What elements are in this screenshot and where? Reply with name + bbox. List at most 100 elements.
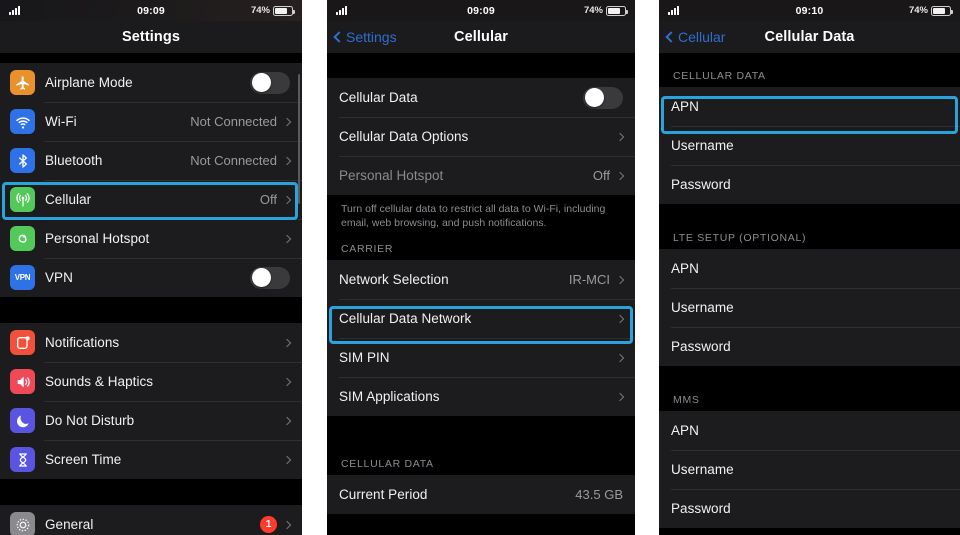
list-item-label: Personal Hotspot xyxy=(339,168,444,183)
status-bar: 09:10 74% xyxy=(659,0,960,21)
chevron-right-icon xyxy=(615,314,625,323)
sidebar-item-airplane-mode[interactable]: Airplane Mode xyxy=(0,63,302,102)
settings-list[interactable]: Airplane Mode Wi-Fi Not Connected Blueto xyxy=(0,53,302,535)
cellular-list[interactable]: Cellular Data Cellular Data Options Pers… xyxy=(327,53,635,535)
chevron-right-icon xyxy=(282,520,292,529)
sidebar-item-bluetooth[interactable]: Bluetooth Not Connected xyxy=(0,141,302,180)
sidebar-item-value: Off xyxy=(259,192,277,207)
list-item-network-selection[interactable]: Network Selection IR-MCI xyxy=(327,260,635,299)
section-header-cellular-data: CELLULAR DATA xyxy=(659,65,960,87)
settings-group-notifications: Notifications Sounds & Haptics Do Not Di… xyxy=(0,323,302,479)
cellular-data-toggle[interactable] xyxy=(583,86,623,109)
field-label: APN xyxy=(671,423,699,438)
battery-icon xyxy=(273,5,295,16)
field-row-lte-password[interactable]: Password xyxy=(659,327,960,366)
list-item-sim-pin[interactable]: SIM PIN xyxy=(327,338,635,377)
chevron-right-icon xyxy=(282,234,292,243)
personal-hotspot-icon xyxy=(10,226,35,251)
group-spacer-2 xyxy=(0,479,302,505)
back-button[interactable]: Cellular xyxy=(665,29,726,45)
field-row-username[interactable]: Username xyxy=(659,126,960,165)
field-label: Username xyxy=(671,138,734,153)
sidebar-item-screen-time[interactable]: Screen Time xyxy=(0,440,302,479)
list-item-cellular-data[interactable]: Cellular Data xyxy=(327,78,635,117)
airplane-mode-toggle[interactable] xyxy=(250,71,290,94)
list-item-label: Current Period xyxy=(339,487,428,502)
back-button[interactable]: Settings xyxy=(333,29,397,45)
section-header-cellular-data: CELLULAR DATA xyxy=(327,453,635,475)
status-time: 09:10 xyxy=(795,4,824,17)
section-cellular-data: APN Username Password xyxy=(659,87,960,204)
cellular-data-footnote: Turn off cellular data to restrict all d… xyxy=(327,195,635,238)
list-item-label: Cellular Data Options xyxy=(339,129,469,144)
sidebar-item-label: Personal Hotspot xyxy=(45,231,150,246)
field-row-mms-password[interactable]: Password xyxy=(659,489,960,528)
group-spacer-1 xyxy=(0,297,302,323)
status-bar: 09:09 74% xyxy=(0,0,302,21)
field-label: APN xyxy=(671,99,699,114)
chevron-right-icon xyxy=(282,156,292,165)
sidebar-item-label: Do Not Disturb xyxy=(45,413,135,428)
scrollbar[interactable] xyxy=(297,74,300,204)
field-label: Password xyxy=(671,339,731,354)
sidebar-item-notifications[interactable]: Notifications xyxy=(0,323,302,362)
chevron-right-icon xyxy=(615,275,625,284)
sidebar-item-wifi[interactable]: Wi-Fi Not Connected xyxy=(0,102,302,141)
list-item-label: Cellular Data xyxy=(339,90,418,105)
sidebar-item-vpn[interactable]: VPN VPN xyxy=(0,258,302,297)
three-panel-screenshot: 09:09 74% Settings Airplane Mode Wi-Fi N… xyxy=(0,0,960,535)
sidebar-item-cellular[interactable]: Cellular Off xyxy=(0,180,302,219)
nav-bar: Settings Cellular xyxy=(327,21,635,53)
sidebar-item-personal-hotspot[interactable]: Personal Hotspot xyxy=(0,219,302,258)
panel-gap-1 xyxy=(302,0,327,535)
sidebar-item-label: Bluetooth xyxy=(45,153,103,168)
sidebar-item-label: Cellular xyxy=(45,192,92,207)
page-title: Settings xyxy=(122,29,180,45)
phone-panel-settings: 09:09 74% Settings Airplane Mode Wi-Fi N… xyxy=(0,0,302,535)
sidebar-item-value: Not Connected xyxy=(190,153,277,168)
sidebar-item-label: Wi-Fi xyxy=(45,114,77,129)
field-row-mms-username[interactable]: Username xyxy=(659,450,960,489)
list-item-value: 43.5 GB xyxy=(575,487,623,502)
sidebar-item-value: Not Connected xyxy=(190,114,277,129)
cellular-icon xyxy=(10,187,35,212)
group-spacer-5 xyxy=(659,366,960,389)
section-mms: APN Username Password xyxy=(659,411,960,528)
apn-form-list[interactable]: CELLULAR DATA APN Username Password LTE … xyxy=(659,53,960,535)
list-item-value: IR-MCI xyxy=(568,272,610,287)
back-button-label: Settings xyxy=(346,29,397,45)
do-not-disturb-icon xyxy=(10,408,35,433)
sidebar-item-general[interactable]: General 1 xyxy=(0,505,302,535)
list-item-cellular-data-network[interactable]: Cellular Data Network xyxy=(327,299,635,338)
field-row-lte-apn[interactable]: APN xyxy=(659,249,960,288)
list-item-cellular-data-options[interactable]: Cellular Data Options xyxy=(327,117,635,156)
sidebar-item-label: Notifications xyxy=(45,335,120,350)
field-label: Username xyxy=(671,462,734,477)
list-item-current-period[interactable]: Current Period 43.5 GB xyxy=(327,475,635,514)
bluetooth-icon xyxy=(10,148,35,173)
field-row-password[interactable]: Password xyxy=(659,165,960,204)
general-gear-icon xyxy=(10,512,35,535)
screen-time-icon xyxy=(10,447,35,472)
field-row-apn[interactable]: APN xyxy=(659,87,960,126)
status-time: 09:09 xyxy=(467,4,495,17)
sidebar-item-do-not-disturb[interactable]: Do Not Disturb xyxy=(0,401,302,440)
carrier-group: Network Selection IR-MCI Cellular Data N… xyxy=(327,260,635,416)
list-item-sim-applications[interactable]: SIM Applications xyxy=(327,377,635,416)
list-item-label: Cellular Data Network xyxy=(339,311,472,326)
section-header-lte-setup: LTE SETUP (OPTIONAL) xyxy=(659,227,960,249)
chevron-right-icon xyxy=(282,455,292,464)
back-button-label: Cellular xyxy=(678,29,726,45)
section-lte-setup: APN Username Password xyxy=(659,249,960,366)
field-label: Username xyxy=(671,300,734,315)
chevron-right-icon xyxy=(282,117,292,126)
list-item-personal-hotspot[interactable]: Personal Hotspot Off xyxy=(327,156,635,195)
battery-icon xyxy=(931,5,953,16)
sidebar-item-sounds-haptics[interactable]: Sounds & Haptics xyxy=(0,362,302,401)
chevron-right-icon xyxy=(282,338,292,347)
field-row-mms-apn[interactable]: APN xyxy=(659,411,960,450)
group-spacer-4 xyxy=(659,204,960,227)
section-header-mms: MMS xyxy=(659,389,960,411)
field-row-lte-username[interactable]: Username xyxy=(659,288,960,327)
vpn-toggle[interactable] xyxy=(250,266,290,289)
